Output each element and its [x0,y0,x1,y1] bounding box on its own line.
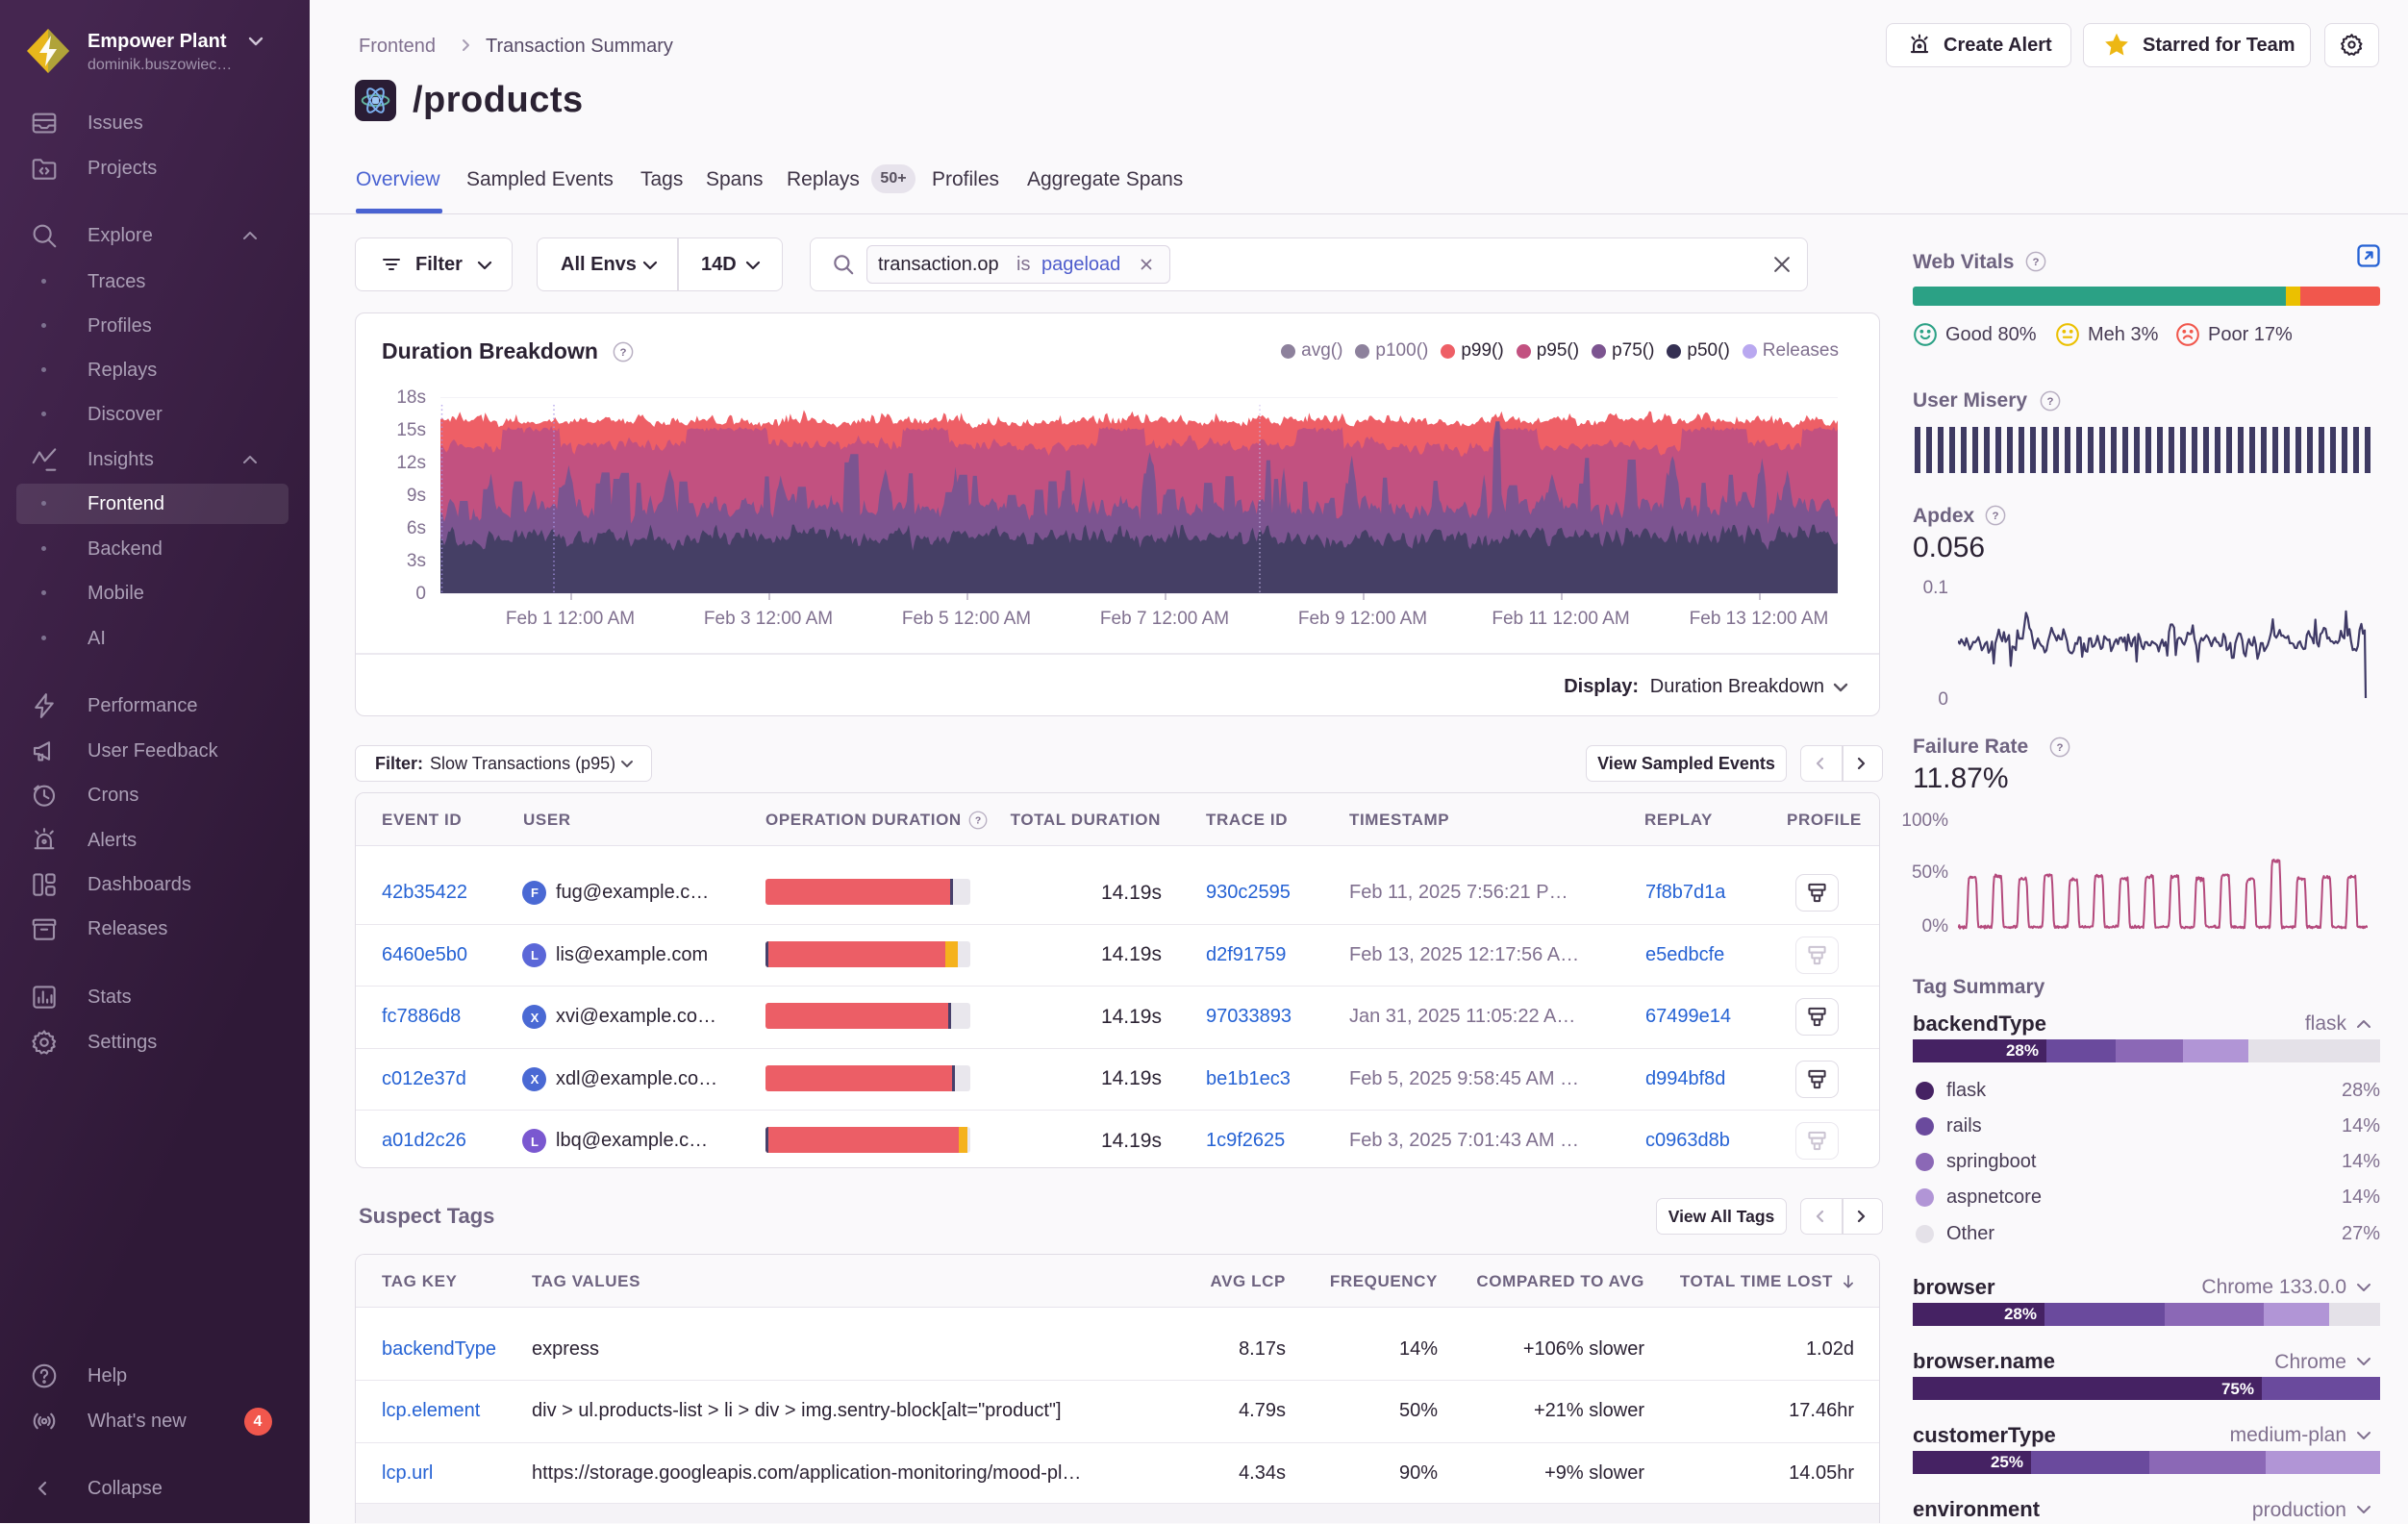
svg-text:?: ? [1993,511,1999,522]
svg-text:?: ? [2033,257,2040,268]
svg-text:?: ? [2057,742,2064,754]
svg-text:?: ? [2047,396,2054,408]
svg-text:?: ? [620,347,627,359]
svg-text:?: ? [975,816,981,827]
